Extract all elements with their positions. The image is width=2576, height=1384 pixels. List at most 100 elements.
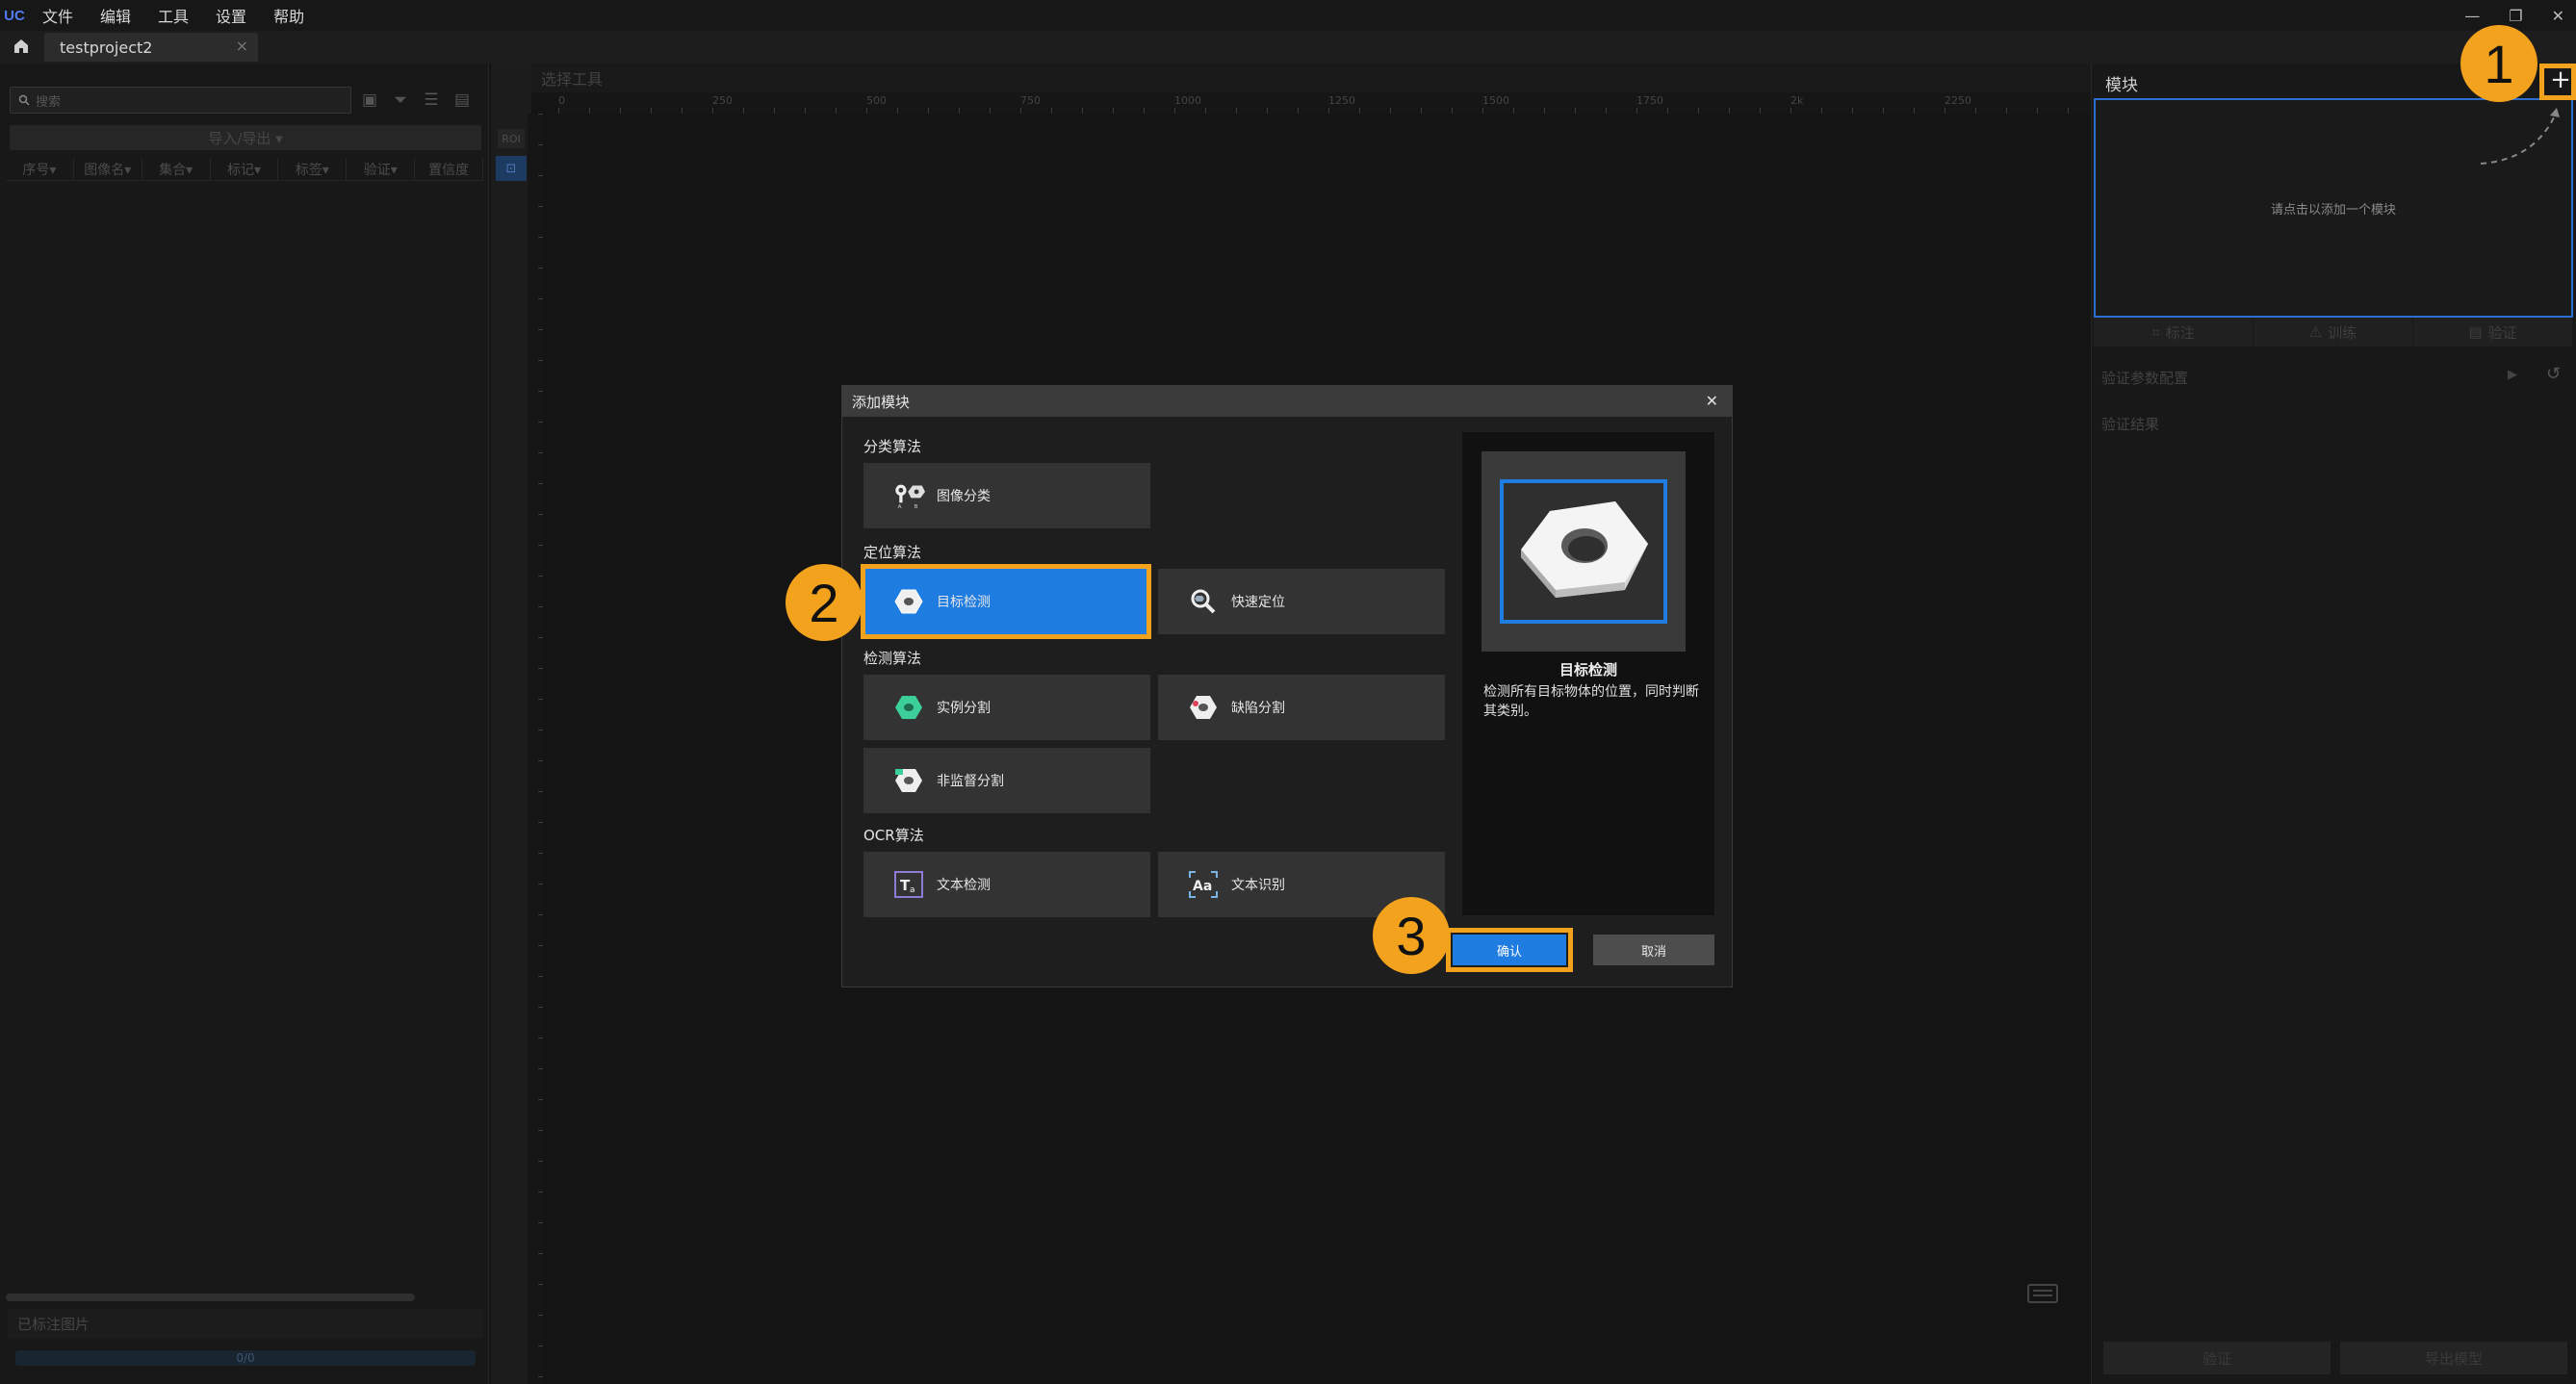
unsupervised-segmentation-icon [892,764,925,797]
column-set[interactable]: 集合▾ [142,158,211,180]
highlight-confirm [1446,928,1573,972]
image-list-panel: 搜索 ▣ ⏷ ☰ ▤ 导入/导出 ▾ 序号▾ 图像名▾ 集合▾ 标记▾ 标签▾ … [0,64,489,1384]
image-classification-icon: AB [892,479,925,512]
canvas-header: 选择工具 [531,64,2091,92]
section-detection-title: 检测算法 [863,650,922,667]
labeled-images-section[interactable]: 已标注图片 [8,1309,483,1338]
menu-tools[interactable]: 工具 [144,4,202,27]
algo-fast-positioning[interactable]: 快速定位 [1158,569,1445,634]
svg-text:Aa: Aa [1193,879,1212,894]
minimize-button[interactable]: — [2464,7,2480,25]
section-ocr-title: OCR算法 [863,827,924,844]
defect-segmentation-icon [1187,691,1220,724]
app-logo: UC [4,7,25,24]
verify-tab-icon: ▤ [2468,323,2483,341]
menu-help[interactable]: 帮助 [260,4,318,27]
home-icon[interactable] [12,37,33,58]
hex-nut-icon [1521,501,1648,598]
verify-result-section[interactable]: 验证结果 [2101,414,2159,434]
list-view-icon[interactable]: ☰ [420,89,443,112]
import-export-button[interactable]: 导入/导出 ▾ [10,125,481,150]
verify-config-section[interactable]: 验证参数配置 [2101,368,2188,388]
section-classification-title: 分类算法 [863,438,922,455]
algo-defect-segmentation[interactable]: 缺陷分割 [1158,675,1445,740]
tab-verify[interactable]: ▤ 验证 [2413,318,2573,346]
image-filter-icon[interactable]: ▣ [358,89,381,112]
search-placeholder: 搜索 [36,94,62,110]
horizontal-scrollbar[interactable] [6,1294,415,1301]
train-tab-icon: ⚠ [2308,323,2323,341]
roi-select-icon[interactable]: ⊡ [496,156,527,181]
ruler-tick-label: 1250 [1328,94,1355,107]
algo-label: 快速定位 [1231,595,1285,610]
image-table-header: 序号▾ 图像名▾ 集合▾ 标记▾ 标签▾ 验证▾ 置信度 [6,158,484,181]
cancel-button[interactable]: 取消 [1593,935,1714,965]
callout-step-3: 3 [1373,897,1450,974]
svg-text:A: A [898,504,902,510]
search-input[interactable]: 搜索 [10,87,351,114]
keyboard-icon[interactable] [2027,1284,2058,1303]
svg-text:a: a [910,885,915,895]
column-mark[interactable]: 标记▾ [211,158,279,180]
verify-button[interactable]: 验证 [2103,1342,2331,1374]
module-tabs: ⌗ 标注 ⚠ 训练 ▤ 验证 [2094,318,2573,346]
algo-label: 非监督分割 [937,774,1004,789]
module-panel: 模块 + 请点击以添加一个模块 ⌗ 标注 ⚠ 训练 ▤ 验证 验证参数配置 ▶ ↺ 验… [2091,64,2576,1384]
ruler-tick-label: 2k [1790,94,1804,107]
filter-icon[interactable]: ⏷ [389,89,412,112]
module-preview-panel: 目标检测 检测所有目标物体的位置，同时判断其类别。 [1462,432,1714,915]
ruler-tick-label: 1750 [1636,94,1663,107]
column-image-name[interactable]: 图像名▾ [74,158,142,180]
algo-image-classification[interactable]: AB 图像分类 [863,463,1150,528]
preview-title: 目标检测 [1558,661,1617,679]
algo-text-detection[interactable]: Ta 文本检测 [863,852,1150,917]
module-drop-area[interactable]: 请点击以添加一个模块 [2094,98,2573,318]
text-recognition-icon: Aa [1187,868,1220,901]
dialog-close-icon[interactable]: ✕ [1706,392,1718,410]
preview-description: 检测所有目标物体的位置，同时判断其类别。 [1483,684,1699,719]
column-index[interactable]: 序号▾ [6,158,74,180]
menu-edit[interactable]: 编辑 [87,4,144,27]
callout-step-2: 2 [786,564,863,641]
roi-button[interactable]: ROI [498,129,525,148]
window-controls: — ❐ ✕ [2464,0,2564,31]
menu-settings[interactable]: 设置 [202,4,260,27]
history-icon[interactable]: ↺ [2546,364,2561,384]
ruler-tick-label: 0 [558,94,565,107]
ruler-tick-label: 750 [1020,94,1041,107]
dialog-title: 添加模块 [852,393,911,411]
menu-file[interactable]: 文件 [29,4,87,27]
column-confidence[interactable]: 置信度 [415,158,484,180]
horizontal-ruler: 0 250 500 750 1000 1250 1500 1750 2k 225… [558,92,2091,114]
algo-label: 实例分割 [937,701,991,716]
column-label[interactable]: 标签▾ [278,158,348,180]
tab-label[interactable]: ⌗ 标注 [2094,318,2254,346]
canvas-toolbar [491,64,531,1384]
dialog-titlebar: 添加模块 ✕ [842,386,1732,417]
export-model-button[interactable]: 导出模型 [2340,1342,2567,1374]
column-verify[interactable]: 验证▾ [347,158,416,180]
close-tab-icon[interactable]: × [236,37,248,55]
label-tab-icon: ⌗ [2151,323,2160,341]
module-panel-title: 模块 [2105,76,2138,95]
progress-text: 0/0 [236,1351,255,1365]
menu-bar: UC 文件 编辑 工具 设置 帮助 — ❐ ✕ [0,0,2576,31]
ruler-tick-label: 1000 [1174,94,1201,107]
expand-arrow-icon[interactable]: ▶ [2508,368,2517,382]
close-window-button[interactable]: ✕ [2552,7,2564,25]
add-module-dialog: 添加模块 ✕ 分类算法 AB 图像分类 定位算法 目标检测 快速定位 检测算法 … [841,385,1733,987]
ruler-tick-label: 1500 [1482,94,1509,107]
algo-unsupervised-segmentation[interactable]: 非监督分割 [863,748,1150,813]
project-tab[interactable]: testproject2 × [44,33,258,62]
algo-label: 缺陷分割 [1231,701,1285,716]
folder-icon[interactable]: ▤ [451,89,474,112]
vertical-ruler [528,114,543,1384]
algo-instance-segmentation[interactable]: 实例分割 [863,675,1150,740]
detection-bounding-box [1500,479,1667,624]
algo-label: 文本识别 [1231,878,1285,893]
ruler-tick-label: 2250 [1945,94,1971,107]
tab-label-text: 标注 [2165,323,2195,342]
restore-button[interactable]: ❐ [2509,7,2522,25]
empty-module-hint: 请点击以添加一个模块 [2270,202,2396,218]
tab-train[interactable]: ⚠ 训练 [2254,318,2413,346]
